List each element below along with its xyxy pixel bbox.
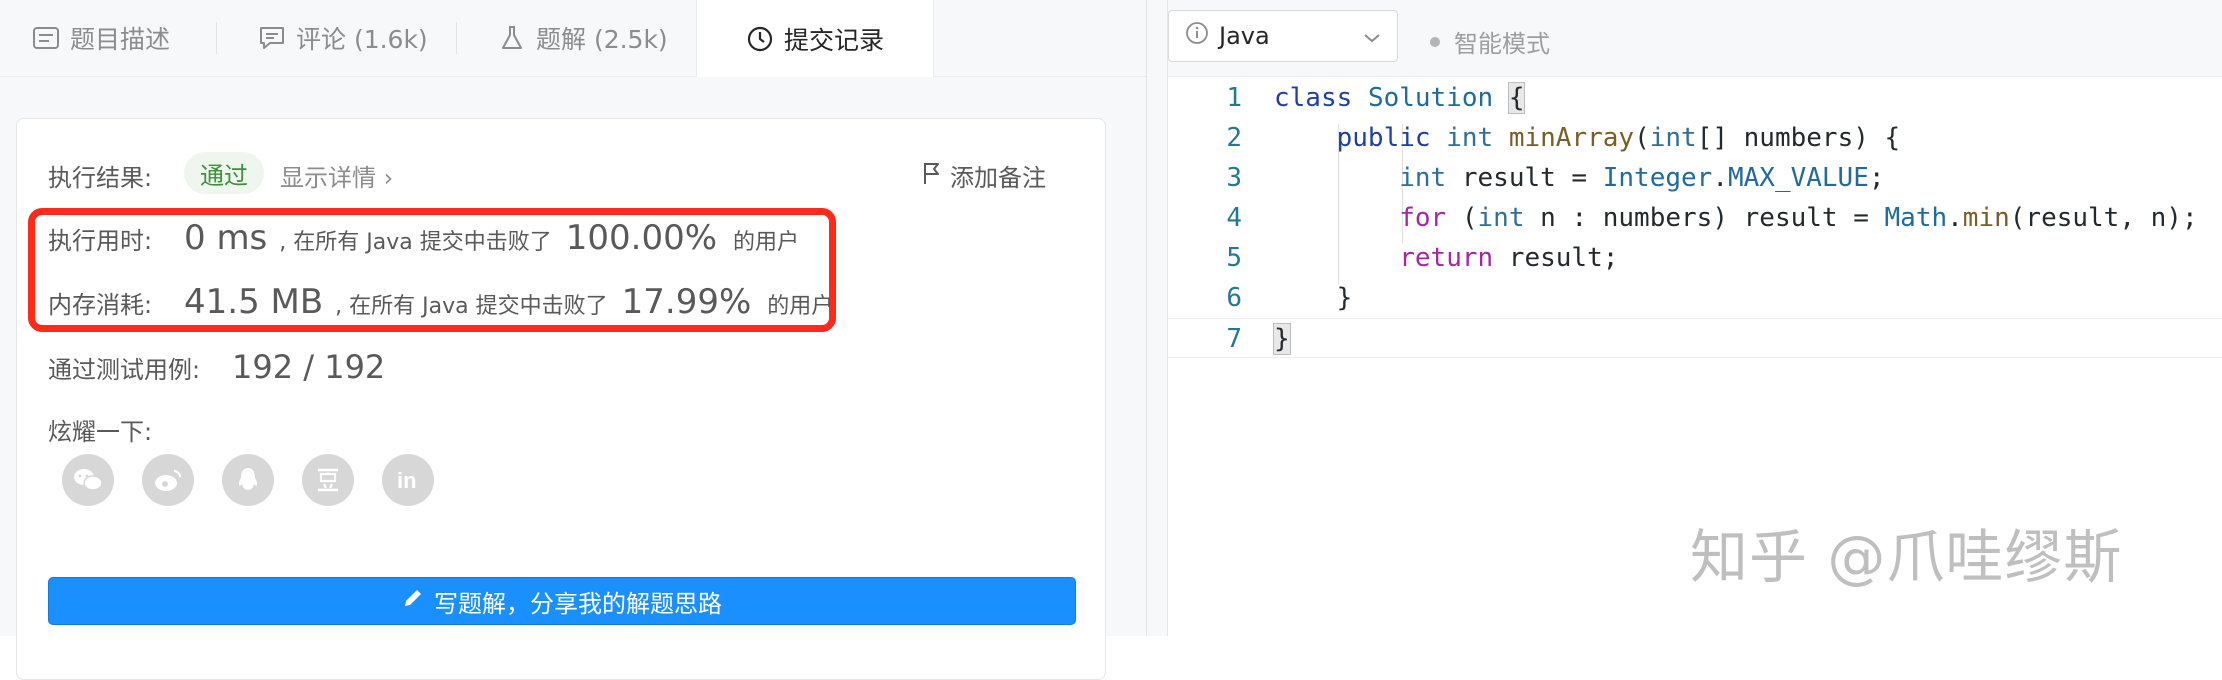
runtime-row: 执行用时: 0 ms , 在所有 Java 提交中击败了 100.00% 的用户 (48, 218, 799, 258)
code-text: } (1274, 283, 1353, 313)
testcases-label: 通过测试用例: (48, 356, 201, 384)
runtime-text: , 在所有 Java 提交中击败了 (279, 230, 552, 255)
flag-icon (922, 161, 942, 191)
flask-icon (498, 24, 526, 52)
runtime-tail: 的用户 (733, 230, 800, 255)
runtime-label: 执行用时: (48, 227, 153, 255)
code-line: 1 class Solution { (1168, 78, 2222, 118)
show-details-link[interactable]: 显示详情 › (280, 158, 393, 193)
code-line: 3 int result = Integer.MAX_VALUE; (1168, 158, 2222, 198)
wechat-icon[interactable] (62, 454, 114, 506)
memory-tail: 的用户 (767, 294, 834, 319)
line-number: 7 (1226, 324, 1242, 354)
qq-icon[interactable] (222, 454, 274, 506)
tab-solutions[interactable]: 题解 (2.5k) (498, 0, 668, 76)
code-line: 4 for (int n : numbers) result = Math.mi… (1168, 198, 2222, 238)
tab-separator (456, 22, 457, 54)
language-select[interactable]: Java (1168, 10, 1398, 62)
testcases-value: 192 / 192 (232, 348, 386, 386)
chevron-down-icon (1363, 22, 1381, 50)
pencil-icon (402, 587, 424, 615)
submission-panel: 题目描述 评论 (1.6k) 题解 (2.5k) 提交记录 执行结果: 通过 显… (0, 0, 1146, 680)
code-text: return result; (1399, 243, 1619, 273)
tab-comments-label: 评论 (1.6k) (296, 25, 428, 54)
line-number: 3 (1226, 163, 1242, 193)
code-text: public int minArray(int[] numbers) { (1336, 123, 1901, 153)
smart-mode-dot (1430, 36, 1440, 47)
tab-solutions-label: 题解 (2.5k) (536, 25, 668, 54)
code-line: 5 return result; (1168, 238, 2222, 278)
memory-row: 内存消耗: 41.5 MB , 在所有 Java 提交中击败了 17.99% 的… (48, 282, 833, 322)
code-text: int result = Integer.MAX_VALUE; (1399, 163, 1885, 193)
line-number: 2 (1226, 123, 1242, 153)
line-number: 4 (1226, 203, 1242, 233)
svg-text:in: in (397, 468, 417, 492)
tab-separator (216, 22, 217, 54)
smart-mode-label: 智能模式 (1454, 30, 1550, 58)
code-text: } (1273, 323, 1291, 355)
editor-toolbar: Java 智能模式 (1168, 0, 2222, 77)
tab-submissions[interactable]: 提交记录 (696, 0, 934, 77)
line-number: 6 (1226, 283, 1242, 313)
write-solution-button[interactable]: 写题解，分享我的解题思路 (48, 577, 1076, 625)
tab-bar: 题目描述 评论 (1.6k) 题解 (2.5k) 提交记录 (0, 0, 1146, 77)
weibo-icon[interactable] (142, 454, 194, 506)
document-icon (32, 24, 60, 52)
share-label: 炫耀一下: (48, 418, 153, 446)
info-icon (1185, 21, 1209, 51)
runtime-percent: 100.00% (565, 218, 718, 258)
smart-mode-toggle[interactable]: 智能模式 (1430, 24, 1550, 59)
line-number: 5 (1226, 243, 1242, 273)
tab-submissions-label: 提交记录 (783, 25, 884, 55)
tab-description-label: 题目描述 (70, 25, 171, 54)
result-label: 执行结果: (48, 164, 153, 192)
code-line: 2 public int minArray(int[] numbers) { (1168, 118, 2222, 158)
douban-icon[interactable] (302, 454, 354, 506)
linkedin-icon[interactable]: in (382, 454, 434, 506)
comment-icon (258, 24, 286, 52)
memory-percent: 17.99% (621, 282, 752, 322)
status-badge: 通过 (184, 152, 264, 194)
code-line: 6 } (1168, 278, 2222, 318)
code-text: class Solution { (1274, 82, 1526, 114)
language-value: Java (1219, 22, 1270, 50)
line-number: 1 (1226, 83, 1242, 113)
write-solution-label: 写题解，分享我的解题思路 (434, 589, 722, 618)
panel-splitter[interactable] (1146, 0, 1168, 636)
clock-icon (746, 25, 774, 53)
memory-text: , 在所有 Java 提交中击败了 (335, 294, 608, 319)
memory-value: 41.5 MB (184, 282, 324, 322)
add-note-button[interactable]: 添加备注 (922, 158, 1046, 193)
tab-description[interactable]: 题目描述 (32, 0, 170, 76)
watermark: 知乎 @爪哇缪斯 (1690, 523, 2123, 591)
memory-label: 内存消耗: (48, 291, 153, 319)
runtime-value: 0 ms (184, 218, 268, 258)
code-line-current: 7 } (1168, 318, 2222, 358)
tab-comments[interactable]: 评论 (1.6k) (258, 0, 428, 76)
code-text: for (int n : numbers) result = Math.min(… (1399, 203, 2198, 233)
add-note-label: 添加备注 (950, 164, 1046, 192)
testcases-row: 通过测试用例: 192 / 192 (48, 348, 385, 386)
